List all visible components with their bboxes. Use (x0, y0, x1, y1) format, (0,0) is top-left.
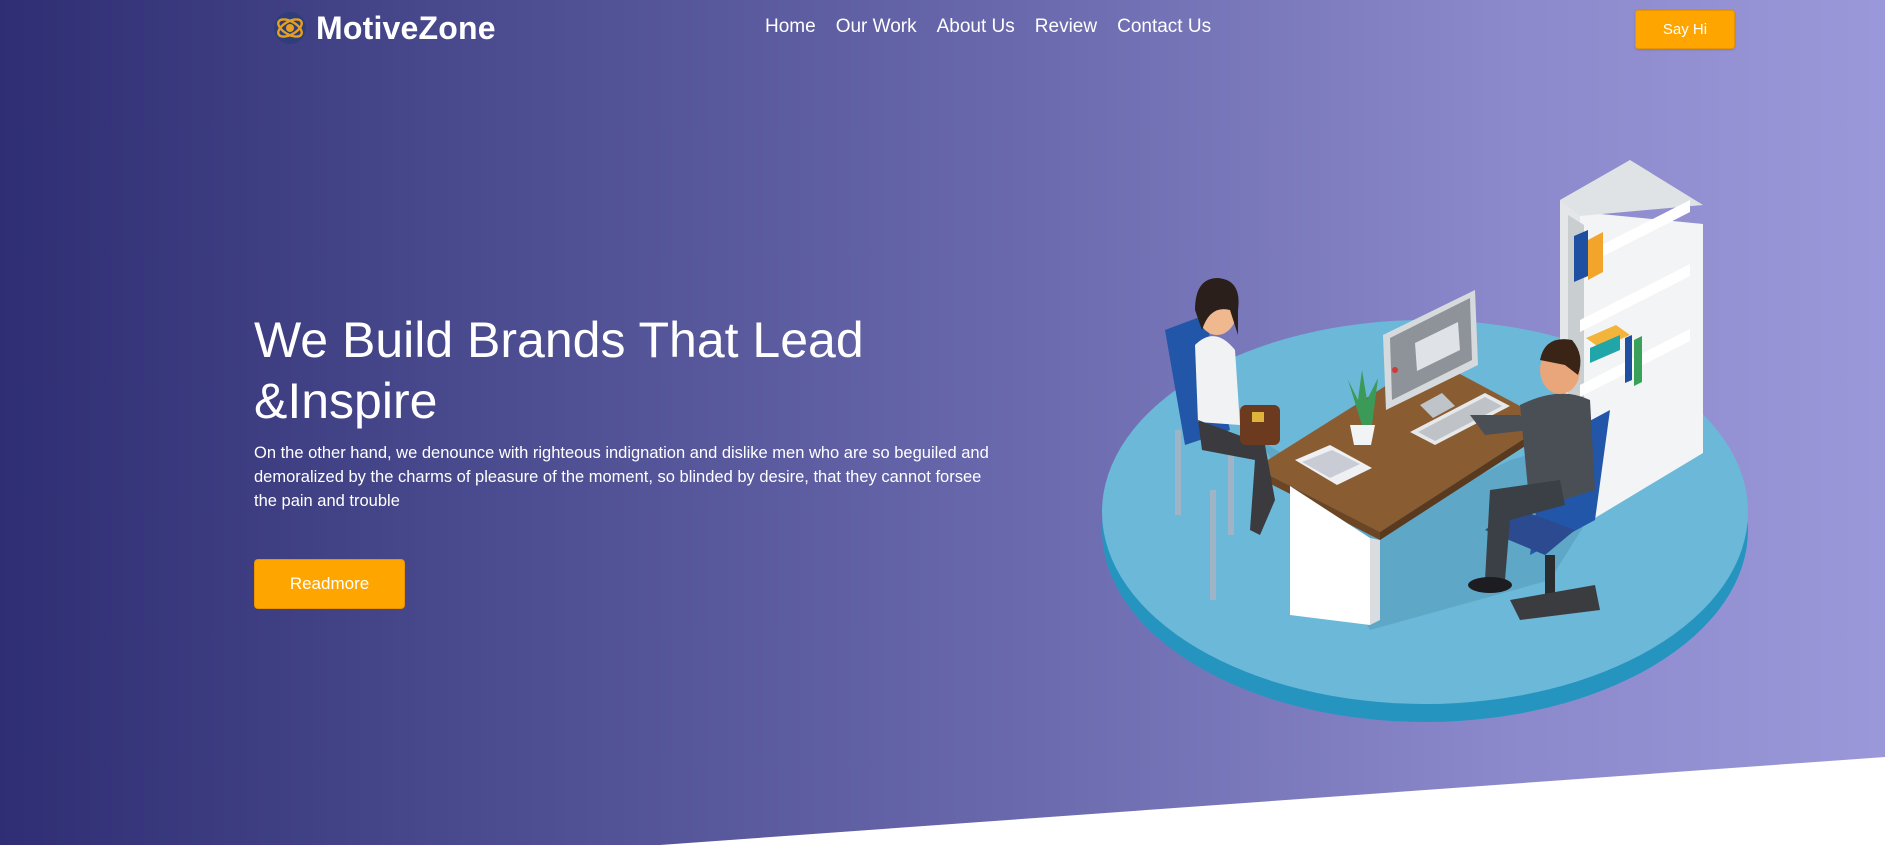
nav-item-review[interactable]: Review (1035, 16, 1097, 38)
say-hi-button[interactable]: Say Hi (1635, 10, 1735, 49)
brand-name: MotiveZone (316, 9, 496, 46)
hero-section: MotiveZone Home Our Work About Us Review… (0, 0, 1885, 845)
nav-item-contact-us[interactable]: Contact Us (1117, 16, 1211, 38)
brand-logo[interactable]: MotiveZone (272, 8, 496, 48)
main-nav: Home Our Work About Us Review Contact Us (765, 16, 1231, 38)
nav-item-home[interactable]: Home (765, 16, 816, 38)
office-meeting-illustration (1102, 160, 1748, 722)
hero-description: On the other hand, we denounce with righ… (254, 444, 989, 510)
nav-item-our-work[interactable]: Our Work (836, 16, 917, 38)
nav-item-about-us[interactable]: About Us (937, 16, 1015, 38)
readmore-button[interactable]: Readmore (254, 559, 405, 609)
hero-title: We Build Brands That Lead &Inspire (254, 312, 864, 429)
eye-orbit-icon (274, 12, 306, 44)
